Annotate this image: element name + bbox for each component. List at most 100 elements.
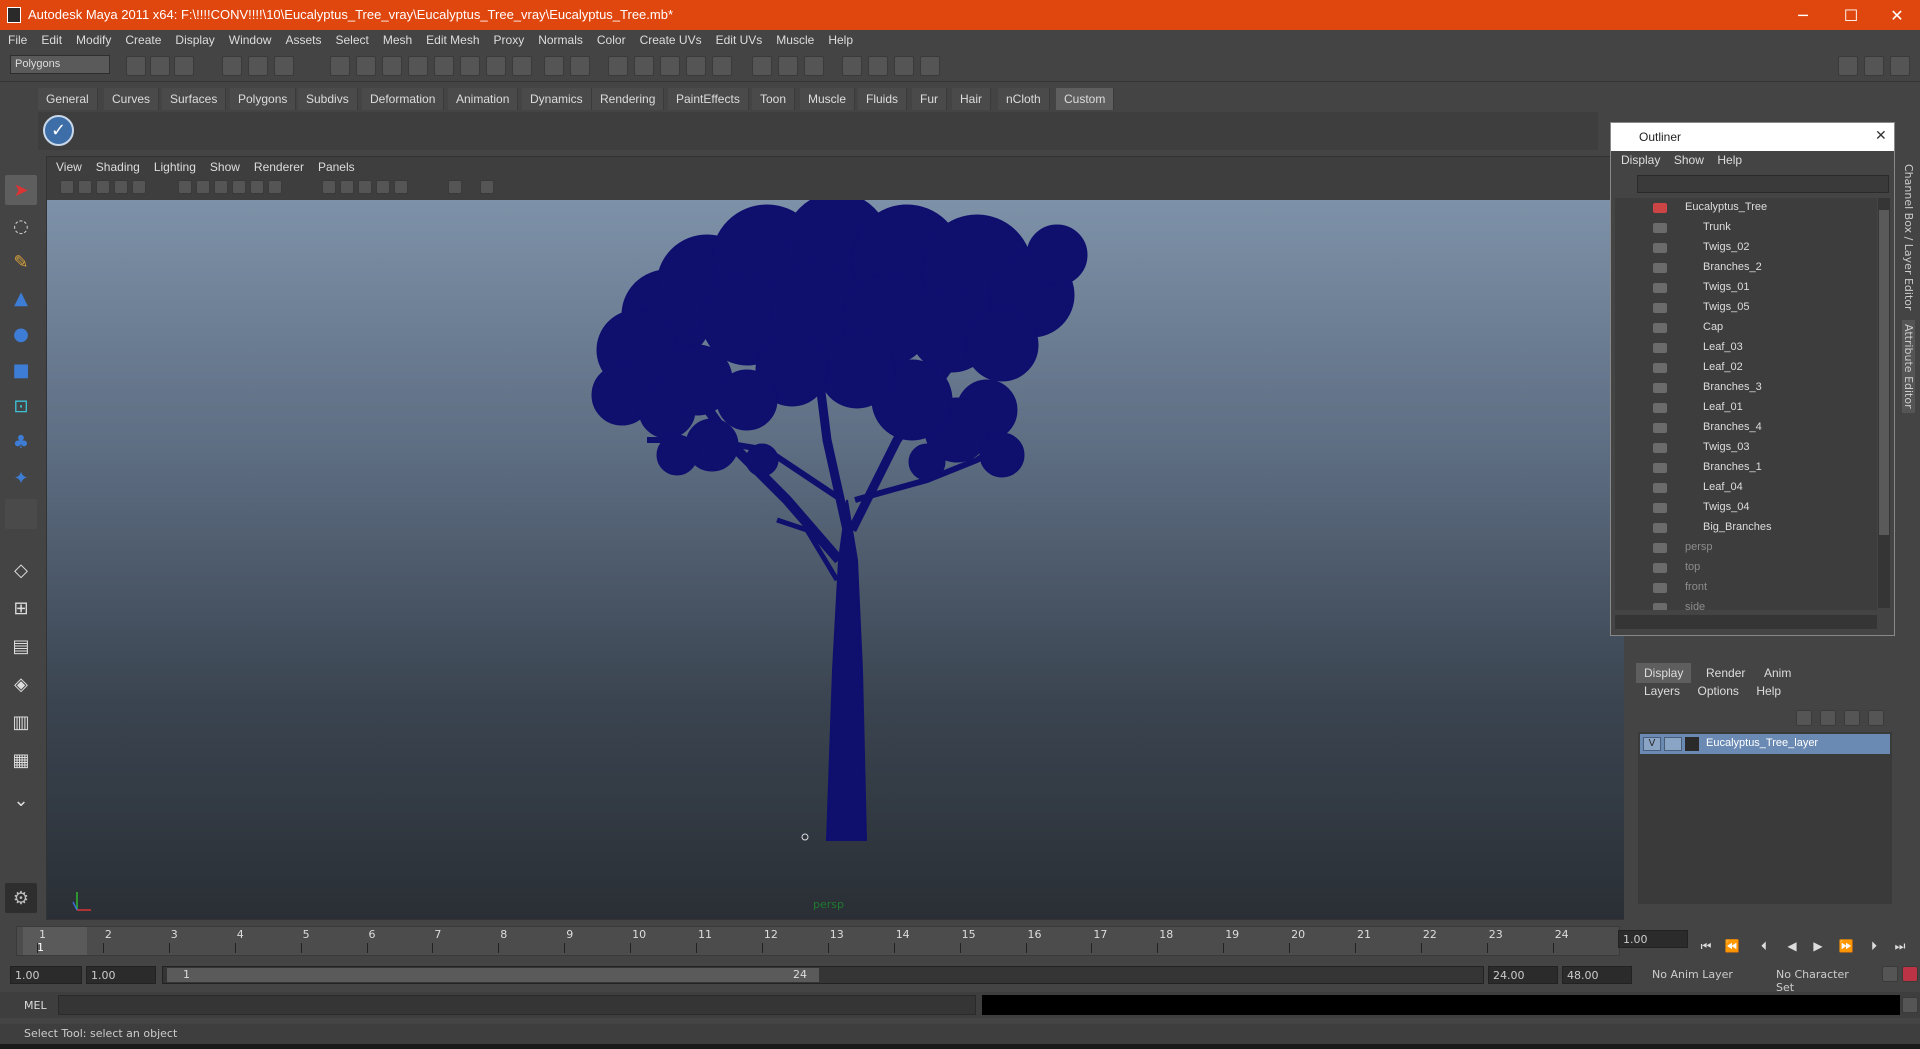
playback-end-field[interactable]: 24.00 xyxy=(1488,966,1558,984)
layer-tab-display[interactable]: Display xyxy=(1636,663,1692,683)
layer-visibility-toggle[interactable]: V xyxy=(1643,737,1661,751)
persp-graph-layout-icon[interactable]: ◈ xyxy=(5,669,37,699)
smooth-shade-icon[interactable] xyxy=(196,180,210,194)
shelf-tab-polygons[interactable]: Polygons xyxy=(230,88,297,110)
viewport-menu-lighting[interactable]: Lighting xyxy=(154,160,196,178)
textured-icon[interactable] xyxy=(250,180,264,194)
menu-edit-uvs[interactable]: Edit UVs xyxy=(716,33,763,47)
step-forward-key-icon[interactable]: ⏩ xyxy=(1836,938,1856,954)
last-tool-icon[interactable] xyxy=(5,499,37,529)
play-forwards-icon[interactable]: ▶ xyxy=(1808,938,1828,954)
snap-view-plane-icon[interactable] xyxy=(686,56,706,76)
persp-outliner-layout-icon[interactable]: ▤ xyxy=(5,631,37,661)
time-slider[interactable]: 1 1 2 3 4 5 6 7 8 9 10 11 12 13 14 15 16 17 18 19 20 21 22 23 2… xyxy=(16,926,1620,956)
step-back-key-icon[interactable]: ⏪ xyxy=(1722,938,1742,954)
go-to-start-icon[interactable]: ⏮ xyxy=(1696,938,1716,954)
grid-icon[interactable] xyxy=(132,180,146,194)
layer-tab-anim[interactable]: Anim xyxy=(1756,663,1799,683)
outliner-menu-help[interactable]: Help xyxy=(1717,153,1742,167)
menu-mesh[interactable]: Mesh xyxy=(383,33,412,47)
viewport-menu-shading[interactable]: Shading xyxy=(96,160,140,178)
shelf-tab-subdivs[interactable]: Subdivs xyxy=(298,88,358,110)
new-scene-icon[interactable] xyxy=(126,56,146,76)
scale-tool-icon[interactable]: ■ xyxy=(5,355,37,385)
single-perspective-layout-icon[interactable]: ◇ xyxy=(5,555,37,585)
move-layer-down-icon[interactable] xyxy=(1820,710,1836,726)
menu-normals[interactable]: Normals xyxy=(538,33,583,47)
select-by-hierarchy-icon[interactable] xyxy=(222,56,242,76)
wireframe-on-shaded-icon[interactable] xyxy=(214,180,228,194)
bookmarks-icon[interactable] xyxy=(96,180,110,194)
viewport-menu-renderer[interactable]: Renderer xyxy=(254,160,304,178)
grease-pencil-icon[interactable] xyxy=(480,180,494,194)
menu-modify[interactable]: Modify xyxy=(76,33,111,47)
outliner-vertical-scrollbar[interactable] xyxy=(1878,198,1890,608)
outliner-item[interactable]: Twigs_03 xyxy=(1615,438,1877,458)
menu-create-uvs[interactable]: Create UVs xyxy=(640,33,702,47)
move-layer-up-icon[interactable] xyxy=(1796,710,1812,726)
wireframe-icon[interactable] xyxy=(178,180,192,194)
animation-preferences-icon[interactable] xyxy=(1902,966,1918,982)
isolate-select-icon[interactable] xyxy=(448,180,462,194)
shelf-tab-fur[interactable]: Fur xyxy=(912,88,947,110)
command-language-label[interactable]: MEL xyxy=(24,999,47,1012)
input-history-icon[interactable] xyxy=(752,56,772,76)
step-forward-frame-icon[interactable]: ⏵ xyxy=(1864,938,1884,954)
outliner-camera-item[interactable]: side xyxy=(1615,598,1877,610)
select-by-component-icon[interactable] xyxy=(274,56,294,76)
shelf-tab-general[interactable]: General xyxy=(38,88,98,110)
resolution-gate-icon[interactable] xyxy=(268,180,282,194)
shelf-tab-painteffects[interactable]: PaintEffects xyxy=(668,88,749,110)
soft-mod-tool-icon[interactable]: ♣ xyxy=(5,427,37,457)
select-joint-icon[interactable] xyxy=(356,56,376,76)
menu-set-selector[interactable]: Polygons xyxy=(10,55,110,74)
outliner-item[interactable]: Twigs_05 xyxy=(1615,298,1877,318)
new-layer-from-selection-icon[interactable] xyxy=(1868,710,1884,726)
outliner-item[interactable]: Big_Branches xyxy=(1615,518,1877,538)
lock-selection-icon[interactable] xyxy=(544,56,564,76)
outliner-item[interactable]: Branches_3 xyxy=(1615,378,1877,398)
command-input[interactable] xyxy=(58,995,976,1015)
shelf-tab-ncloth[interactable]: nCloth xyxy=(998,88,1050,110)
select-dynamics-icon[interactable] xyxy=(460,56,480,76)
shelf-tab-fluids[interactable]: Fluids xyxy=(858,88,908,110)
menu-help[interactable]: Help xyxy=(828,33,853,47)
layout-options-icon[interactable]: ⌄ xyxy=(5,785,37,815)
camera-attributes-icon[interactable] xyxy=(78,180,92,194)
show-attribute-editor-icon[interactable] xyxy=(1838,56,1858,76)
rotate-tool-icon[interactable]: ● xyxy=(5,319,37,349)
outliner-item[interactable]: Leaf_02 xyxy=(1615,358,1877,378)
menu-window[interactable]: Window xyxy=(229,33,272,47)
show-tool-settings-icon[interactable] xyxy=(1864,56,1884,76)
outliner-item[interactable]: Twigs_01 xyxy=(1615,278,1877,298)
layer-menu-options[interactable]: Options xyxy=(1698,684,1739,698)
checkmark-icon[interactable]: ✓ xyxy=(43,115,74,146)
shelf-tab-toon[interactable]: Toon xyxy=(752,88,796,110)
outliner-item[interactable]: Twigs_04 xyxy=(1615,498,1877,518)
make-live-icon[interactable] xyxy=(712,56,732,76)
outliner-root-item[interactable]: Eucalyptus_Tree xyxy=(1615,198,1877,218)
layer-tab-render[interactable]: Render xyxy=(1698,663,1753,683)
menu-proxy[interactable]: Proxy xyxy=(494,33,525,47)
sphere-icon[interactable] xyxy=(394,180,408,194)
select-curve-icon[interactable] xyxy=(382,56,402,76)
graph-editor-layout-icon[interactable]: ▦ xyxy=(5,745,37,775)
tree-model[interactable] xyxy=(47,200,1624,919)
paint-select-tool-icon[interactable]: ✎ xyxy=(5,247,37,277)
shelf-tab-hair[interactable]: Hair xyxy=(952,88,992,110)
render-settings-icon[interactable] xyxy=(920,56,940,76)
outliner-item[interactable]: Trunk xyxy=(1615,218,1877,238)
four-view-layout-icon[interactable]: ⊞ xyxy=(5,593,37,623)
menu-edit[interactable]: Edit xyxy=(41,33,62,47)
perspective-viewport[interactable] xyxy=(47,200,1624,919)
camera-select-icon[interactable] xyxy=(60,180,74,194)
menu-color[interactable]: Color xyxy=(597,33,626,47)
snap-point-icon[interactable] xyxy=(660,56,680,76)
step-back-frame-icon[interactable]: ⏴ xyxy=(1754,938,1774,954)
show-channel-box-icon[interactable] xyxy=(1890,56,1910,76)
highlight-selection-icon[interactable] xyxy=(570,56,590,76)
menu-muscle[interactable]: Muscle xyxy=(776,33,814,47)
shelf-tab-muscle[interactable]: Muscle xyxy=(800,88,856,110)
select-rendering-icon[interactable] xyxy=(486,56,506,76)
menu-select[interactable]: Select xyxy=(335,33,368,47)
